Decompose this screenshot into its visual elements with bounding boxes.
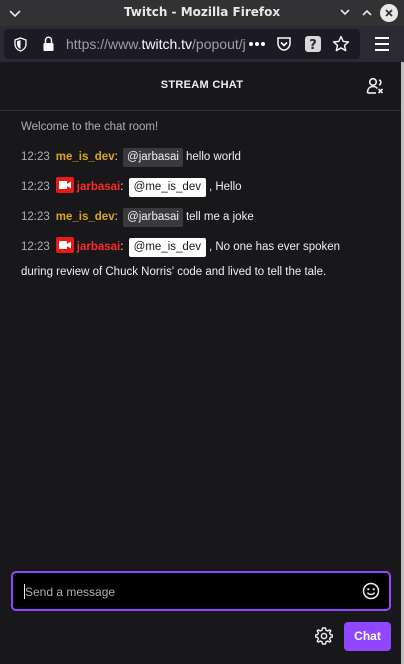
hamburger-icon[interactable]: [374, 35, 390, 53]
message-mention[interactable]: @me_is_dev: [128, 238, 206, 257]
camera-badge-icon: [58, 181, 71, 189]
message-timestamp: 12:23: [21, 181, 50, 193]
shield-icon[interactable]: [14, 37, 27, 52]
message-text: , No one has ever spoken: [208, 241, 341, 253]
maximize-icon[interactable]: [358, 4, 376, 22]
close-button[interactable]: [380, 4, 398, 22]
star-icon[interactable]: [332, 35, 350, 53]
message-username[interactable]: me_is_dev: [56, 211, 115, 223]
message-text: hello world: [185, 151, 241, 163]
message-timestamp: 12:23: [21, 241, 50, 253]
message-mention[interactable]: @jarbasai: [123, 148, 183, 167]
close-icon: [385, 9, 393, 17]
message-username[interactable]: me_is_dev: [56, 151, 115, 163]
message-text: , Hello: [208, 181, 242, 193]
message-colon: :: [114, 211, 118, 223]
url-prefix: https://www.: [66, 36, 142, 52]
url-host: twitch.tv: [141, 36, 193, 52]
svg-text:?: ?: [309, 38, 317, 53]
broadcaster-badge[interactable]: [55, 177, 74, 193]
chat-message: 12:23 jarbasai: @me_is_dev, Hello: [21, 176, 242, 198]
users-icon[interactable]: [366, 76, 386, 96]
welcome-message: Welcome to the chat room!: [21, 121, 159, 133]
pocket-icon[interactable]: [276, 36, 292, 52]
chat-send-button[interactable]: Chat: [344, 622, 391, 651]
lock-icon[interactable]: [42, 36, 55, 52]
chat-message: 12:23 jarbasai: @me_is_dev, No one has ev…: [21, 236, 340, 258]
url-suffix: /popout/ja: [192, 36, 246, 52]
chat-input-box[interactable]: [11, 571, 391, 611]
text-caret: [24, 584, 25, 599]
message-colon: :: [120, 181, 124, 193]
chat-header: STREAM CHAT: [0, 62, 404, 111]
chat-message: 12:23 me_is_dev: @jarbasai hello world: [21, 146, 241, 168]
message-timestamp: 12:23: [21, 151, 50, 163]
broadcaster-badge[interactable]: [55, 237, 74, 253]
url-text[interactable]: https://www.twitch.tv/popout/ja: [66, 36, 246, 52]
message-timestamp: 12:23: [21, 211, 50, 223]
chat-message: 12:23 me_is_dev: @jarbasai tell me a joke: [21, 206, 254, 228]
message-username[interactable]: jarbasai: [77, 181, 120, 193]
message-text: tell me a joke: [185, 211, 254, 223]
title-bar: Twitch - Mozilla Firefox: [0, 0, 404, 26]
message-mention[interactable]: @me_is_dev: [128, 178, 206, 197]
url-bar[interactable]: https://www.twitch.tv/popout/ja ?: [4, 29, 360, 59]
message-colon: :: [114, 151, 118, 163]
browser-window: Twitch - Mozilla Firefox https://www.twi…: [0, 0, 404, 664]
camera-badge-icon: [58, 241, 71, 249]
more-horizontal-icon[interactable]: [248, 41, 266, 47]
nav-bar: https://www.twitch.tv/popout/ja ?: [0, 26, 404, 62]
message-mention[interactable]: @jarbasai: [123, 208, 183, 227]
message-colon: :: [120, 241, 124, 253]
minimize-icon[interactable]: [336, 4, 354, 22]
message-text-continued: during review of Chuck Norris' code and …: [21, 266, 327, 278]
message-username[interactable]: jarbasai: [77, 241, 120, 253]
emoji-icon[interactable]: [362, 582, 380, 600]
gear-icon[interactable]: [315, 627, 333, 645]
chat-title: STREAM CHAT: [160, 79, 244, 91]
chat-message-input[interactable]: [23, 582, 347, 602]
help-icon[interactable]: ?: [304, 35, 322, 53]
